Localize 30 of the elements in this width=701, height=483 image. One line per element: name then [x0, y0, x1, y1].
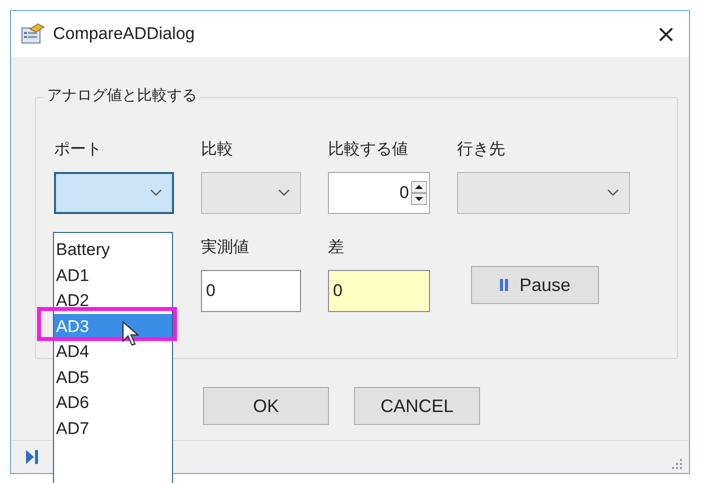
close-button[interactable]: ×: [643, 14, 689, 54]
field-label: 実測値: [201, 236, 250, 258]
field-label: 比較: [201, 138, 234, 160]
list-item[interactable]: AD1: [54, 262, 172, 288]
dropdown[interactable]: [54, 172, 174, 214]
chevron-icon: [607, 189, 619, 197]
list-item[interactable]: AD7: [54, 416, 172, 441]
chevron-icon: [150, 189, 162, 197]
dialog-button[interactable]: CANCEL: [354, 387, 480, 425]
list-item[interactable]: AD5: [54, 364, 172, 390]
field-label: 差: [328, 236, 345, 258]
value-field[interactable]: 0: [201, 270, 301, 312]
dialog-button[interactable]: OK: [203, 387, 329, 425]
number-spinner[interactable]: 0: [328, 172, 430, 214]
skip-icon[interactable]: [25, 449, 39, 465]
form-icon: [21, 23, 45, 45]
field-label: 行き先: [457, 138, 506, 160]
cursor-icon: [122, 320, 140, 346]
pause-icon: [499, 278, 510, 292]
resize-grip-icon[interactable]: [671, 458, 683, 470]
list-item[interactable]: AD4: [54, 339, 172, 364]
field-label: ポート: [54, 138, 103, 160]
window-title: CompareADDialog: [53, 24, 195, 44]
pause-button[interactable]: Pause: [471, 266, 599, 304]
field-label: 比較する値: [328, 138, 409, 160]
list-item[interactable]: Battery: [54, 237, 172, 262]
chevron-icon: [278, 189, 290, 197]
value-field[interactable]: 0: [328, 270, 430, 312]
list-item[interactable]: AD6: [54, 390, 172, 416]
group-title: アナログ値と比較する: [44, 86, 200, 105]
